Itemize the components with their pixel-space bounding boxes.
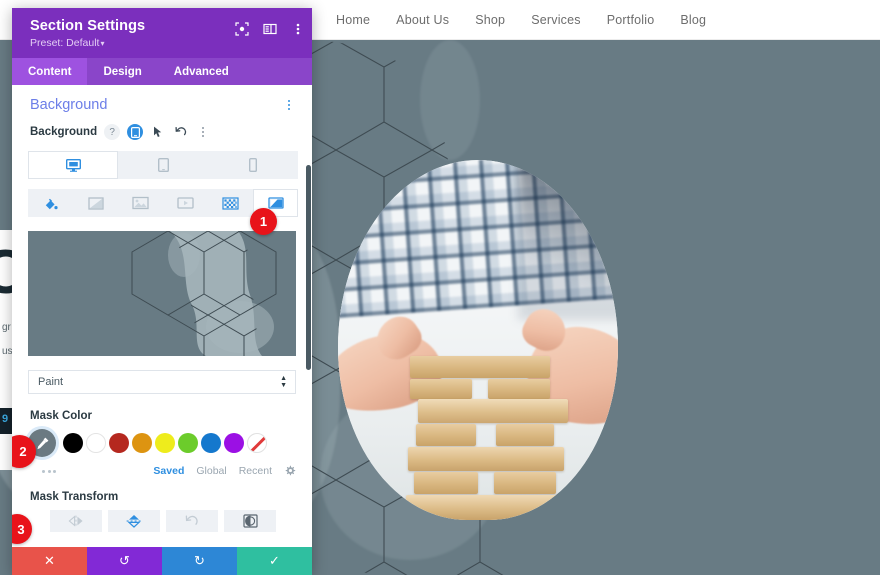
cancel-button[interactable]: ✕ [12,547,87,575]
section-options-icon[interactable] [282,100,296,110]
mask-preview[interactable] [28,231,296,356]
photo-wood-block [494,472,556,494]
photo-wood-block [414,472,478,494]
bg-type-color[interactable] [28,189,73,217]
swatch-meta-row: Saved Global Recent [12,457,312,477]
nav-item-about-us[interactable]: About Us [396,13,449,27]
bg-type-gradient[interactable] [73,189,118,217]
gear-icon[interactable] [284,465,296,477]
panel-scrollbar[interactable] [306,85,312,547]
swatch-purple[interactable] [224,433,244,453]
undo-reset-icon[interactable] [173,124,189,140]
photo-wood-block [488,379,550,399]
tab-content[interactable]: Content [12,58,88,85]
hero-photo-circle [338,160,618,520]
mask-transform-buttons [12,503,312,532]
save-button[interactable]: ✓ [237,547,312,575]
panel-body: Background Background ? Paint ▲ ▼ Mask C… [12,85,312,547]
color-source-tabs: Saved Global Recent [153,465,296,477]
site-navigation: Home About Us Shop Services Portfolio Bl… [336,13,706,27]
background-field-row: Background ? [12,121,312,143]
panel-header: Section Settings Preset: Default▾ [12,8,312,58]
tab-design[interactable]: Design [87,58,157,85]
mask-style-value: Paint [38,376,64,388]
swatch-orange[interactable] [132,433,152,453]
mask-preview-graphic [28,231,296,356]
photo-wood-block [410,356,550,378]
nav-item-blog[interactable]: Blog [680,13,706,27]
swatch-white[interactable] [86,433,106,453]
photo-wood-block [408,447,564,471]
mask-color-label: Mask Color [30,410,92,422]
select-stepper-icon: ▲ ▼ [280,374,287,389]
device-tab-tablet[interactable] [118,151,208,179]
bg-type-image[interactable] [118,189,163,217]
screenshot-root: Home About Us Shop Services Portfolio Bl… [0,0,880,575]
nav-item-services[interactable]: Services [531,13,581,27]
flip-horizontal-icon[interactable] [50,510,102,532]
more-options-icon[interactable] [290,21,306,37]
background-field-label: Background [30,126,98,138]
photo-shadow [518,160,618,320]
mask-style-select[interactable]: Paint ▲ ▼ [28,370,296,394]
photo-wood-block [418,399,568,423]
photo-wood-block [406,495,566,520]
invert-icon[interactable] [224,510,276,532]
bg-type-video[interactable] [163,189,208,217]
nav-item-home[interactable]: Home [336,13,370,27]
swatch-dark-red[interactable] [109,433,129,453]
mask-transform-label: Mask Transform [30,491,119,503]
layout-panel-icon[interactable] [262,21,278,37]
device-tab-desktop[interactable] [28,151,118,179]
flip-vertical-icon[interactable] [108,510,160,532]
background-section-header: Background [12,85,312,121]
focus-target-icon[interactable] [234,21,250,37]
photo-wood-block [416,424,476,446]
responsive-device-icon[interactable] [127,124,144,140]
swatch-black[interactable] [63,433,83,453]
swatch-green[interactable] [178,433,198,453]
color-tab-recent[interactable]: Recent [239,465,272,477]
ellipsis-icon[interactable] [42,469,56,473]
swatch-yellow[interactable] [155,433,175,453]
nav-item-portfolio[interactable]: Portfolio [607,13,655,27]
help-icon[interactable]: ? [104,124,121,140]
panel-tabs: Content Design Advanced [12,58,312,85]
obscured-badge-text: 9 [2,413,9,425]
preset-selector[interactable]: Preset: Default▾ [30,37,300,49]
redo-button[interactable]: ↻ [162,547,237,575]
color-tab-saved[interactable]: Saved [153,465,184,477]
mask-color-swatches [12,422,312,457]
callout-badge-1: 1 [250,208,277,235]
swatch-transparent[interactable] [247,433,267,453]
color-tab-global[interactable]: Global [196,465,226,477]
undo-button[interactable]: ↺ [87,547,162,575]
device-breakpoint-tabs [28,151,298,179]
background-field-more-icon[interactable] [196,127,210,137]
obscured-text-line: gr [2,322,11,333]
nav-item-shop[interactable]: Shop [475,13,505,27]
swatch-blue[interactable] [201,433,221,453]
cursor-pointer-icon[interactable] [150,124,166,140]
section-title: Background [30,97,108,113]
photo-wood-block [496,424,554,446]
panel-header-actions [234,21,306,37]
preset-label: Preset: Default [30,37,100,49]
device-tab-phone[interactable] [208,151,298,179]
rotate-icon[interactable] [166,510,218,532]
bg-type-pattern[interactable] [208,189,253,217]
tab-advanced[interactable]: Advanced [158,58,245,85]
panel-action-bar: ✕ ↺ ↻ ✓ [12,547,312,575]
chevron-down-icon: ▾ [100,39,105,48]
section-settings-panel: Section Settings Preset: Default▾ Conten… [12,8,312,575]
photo-wood-block [410,379,472,399]
obscured-text-line: us [2,346,13,357]
panel-scrollbar-thumb[interactable] [306,165,311,370]
